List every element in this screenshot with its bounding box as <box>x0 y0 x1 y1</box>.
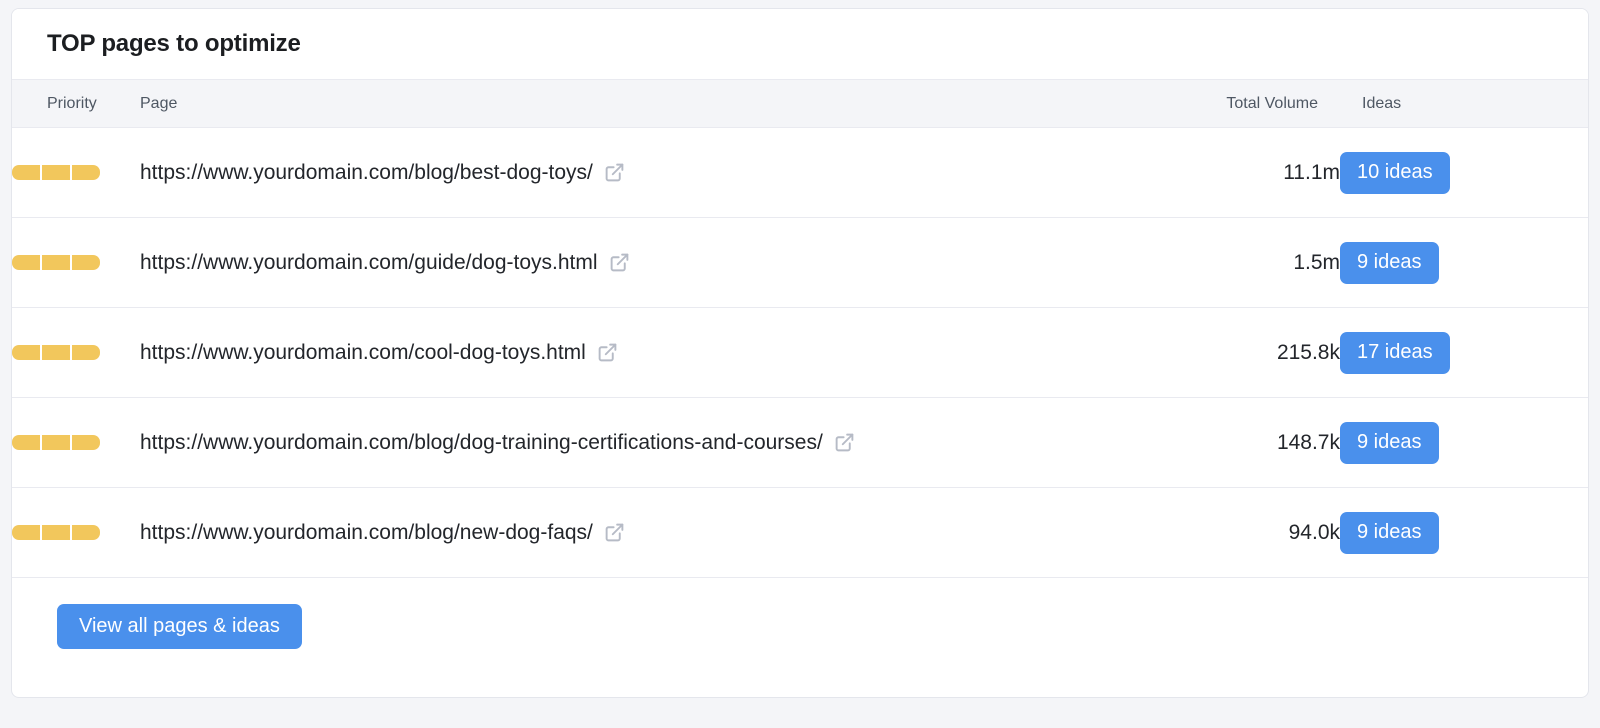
table-header-row: Priority Page Total Volume Ideas <box>12 80 1588 128</box>
table-row: https://www.yourdomain.com/blog/best-dog… <box>12 128 1588 218</box>
ideas-cell: 17 ideas <box>1340 308 1588 398</box>
priority-cell <box>12 128 140 218</box>
table-body: https://www.yourdomain.com/blog/best-dog… <box>12 128 1588 578</box>
table-row: https://www.yourdomain.com/blog/new-dog-… <box>12 488 1588 578</box>
table-row: https://www.yourdomain.com/cool-dog-toys… <box>12 308 1588 398</box>
page-url: https://www.yourdomain.com/blog/new-dog-… <box>140 521 593 545</box>
external-link-icon[interactable] <box>834 432 855 453</box>
ideas-cell: 9 ideas <box>1340 398 1588 488</box>
page-cell: https://www.yourdomain.com/guide/dog-toy… <box>140 218 1150 308</box>
card-header: TOP pages to optimize <box>12 9 1588 79</box>
priority-cell <box>12 308 140 398</box>
total-volume-cell: 1.5m <box>1150 218 1340 308</box>
column-header-page: Page <box>140 80 1150 128</box>
table-row: https://www.yourdomain.com/blog/dog-trai… <box>12 398 1588 488</box>
priority-indicator <box>12 435 100 450</box>
ideas-cell: 9 ideas <box>1340 488 1588 578</box>
ideas-cell: 9 ideas <box>1340 218 1588 308</box>
priority-indicator <box>12 345 100 360</box>
ideas-button[interactable]: 9 ideas <box>1340 422 1439 464</box>
priority-cell <box>12 398 140 488</box>
total-volume-cell: 94.0k <box>1150 488 1340 578</box>
priority-segment <box>12 255 40 270</box>
column-header-priority: Priority <box>12 80 140 128</box>
priority-indicator <box>12 165 100 180</box>
total-volume-cell: 11.1m <box>1150 128 1340 218</box>
priority-segment <box>42 345 70 360</box>
table-header: Priority Page Total Volume Ideas <box>12 80 1588 128</box>
ideas-cell: 10 ideas <box>1340 128 1588 218</box>
table-row: https://www.yourdomain.com/guide/dog-toy… <box>12 218 1588 308</box>
priority-indicator <box>12 255 100 270</box>
card-footer: View all pages & ideas <box>12 578 1588 649</box>
priority-segment <box>72 525 100 540</box>
page-cell: https://www.yourdomain.com/blog/dog-trai… <box>140 398 1150 488</box>
ideas-button[interactable]: 9 ideas <box>1340 242 1439 284</box>
ideas-button[interactable]: 10 ideas <box>1340 152 1450 194</box>
priority-segment <box>72 435 100 450</box>
page-cell: https://www.yourdomain.com/blog/best-dog… <box>140 128 1150 218</box>
ideas-button[interactable]: 17 ideas <box>1340 332 1450 374</box>
top-pages-card: TOP pages to optimize Priority Page Tota… <box>11 8 1589 698</box>
view-all-pages-and-ideas-button[interactable]: View all pages & ideas <box>57 604 302 649</box>
priority-cell <box>12 488 140 578</box>
priority-indicator <box>12 525 100 540</box>
page-url: https://www.yourdomain.com/blog/best-dog… <box>140 161 593 185</box>
total-volume-cell: 148.7k <box>1150 398 1340 488</box>
priority-cell <box>12 218 140 308</box>
priority-segment <box>72 255 100 270</box>
priority-segment <box>42 435 70 450</box>
priority-segment <box>12 165 40 180</box>
external-link-icon[interactable] <box>604 522 625 543</box>
page-url: https://www.yourdomain.com/guide/dog-toy… <box>140 251 598 275</box>
priority-segment <box>42 165 70 180</box>
total-volume-cell: 215.8k <box>1150 308 1340 398</box>
external-link-icon[interactable] <box>597 342 618 363</box>
column-header-total-volume: Total Volume <box>1150 80 1340 128</box>
priority-segment <box>72 165 100 180</box>
column-header-ideas: Ideas <box>1340 80 1588 128</box>
external-link-icon[interactable] <box>609 252 630 273</box>
page-cell: https://www.yourdomain.com/cool-dog-toys… <box>140 308 1150 398</box>
page-title: TOP pages to optimize <box>47 30 301 58</box>
page-url: https://www.yourdomain.com/cool-dog-toys… <box>140 341 586 365</box>
external-link-icon[interactable] <box>604 162 625 183</box>
page-cell: https://www.yourdomain.com/blog/new-dog-… <box>140 488 1150 578</box>
page-url: https://www.yourdomain.com/blog/dog-trai… <box>140 431 823 455</box>
priority-segment <box>72 345 100 360</box>
priority-segment <box>42 255 70 270</box>
priority-segment <box>12 345 40 360</box>
priority-segment <box>12 435 40 450</box>
priority-segment <box>12 525 40 540</box>
priority-segment <box>42 525 70 540</box>
ideas-button[interactable]: 9 ideas <box>1340 512 1439 554</box>
top-pages-table: Priority Page Total Volume Ideas https:/… <box>12 79 1588 578</box>
